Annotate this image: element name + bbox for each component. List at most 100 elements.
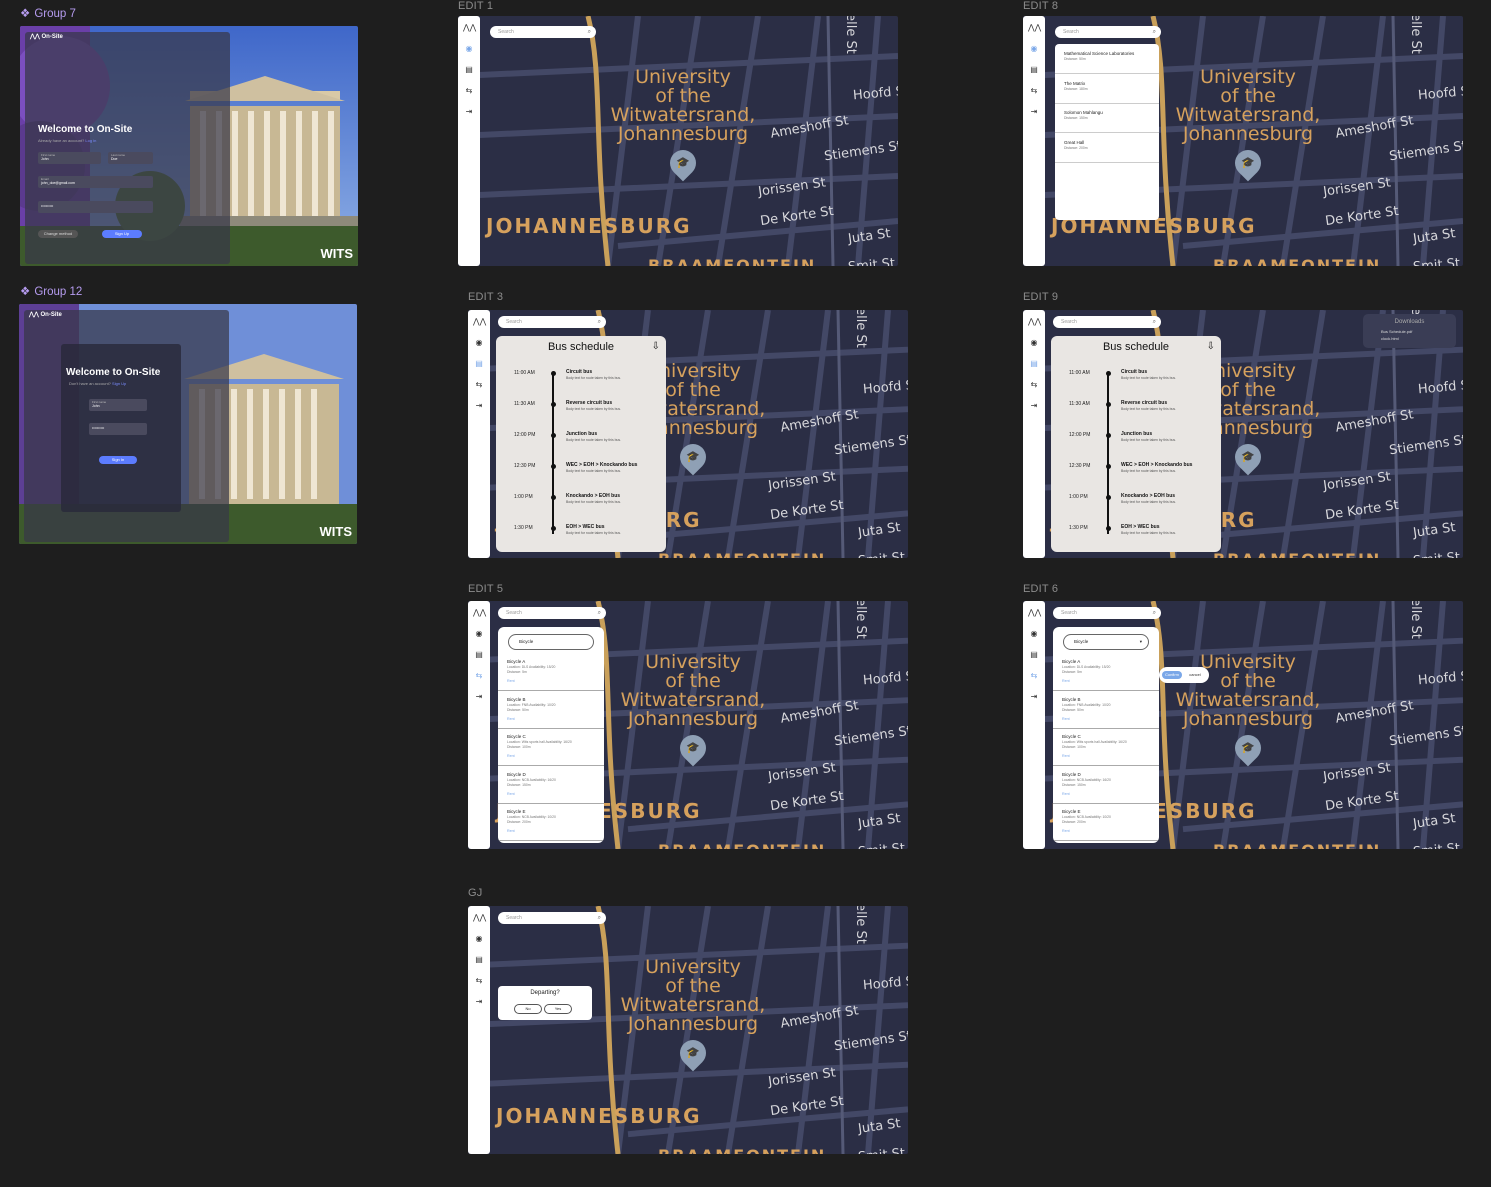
password-field[interactable]: •••••••••• <box>89 423 147 435</box>
rent-link[interactable]: Rent <box>1062 679 1070 683</box>
bus-icon[interactable]: ▤ <box>1028 649 1040 661</box>
logout-icon[interactable]: ⇥ <box>473 691 485 703</box>
schedule-row[interactable]: 1:00 PM Knockando > EOH bus Body text for … <box>1051 493 1221 514</box>
change-method-button[interactable]: Change method <box>38 230 78 238</box>
bicycle-row[interactable]: Bicycle C Location: Wits sports hall Avai… <box>1053 728 1159 766</box>
search-input[interactable]: Search ⌕ <box>498 316 606 328</box>
bus-icon[interactable]: ▤ <box>473 954 485 966</box>
password-field[interactable]: •••••••••• <box>38 201 153 213</box>
logout-icon[interactable]: ⇥ <box>463 106 475 118</box>
search-input[interactable]: Search ⌕ <box>1053 607 1161 619</box>
search-icon[interactable]: ⌕ <box>588 26 591 38</box>
login-link[interactable]: Log in <box>85 138 96 143</box>
schedule-row[interactable]: 1:00 PM Knockando > EOH bus Body text for … <box>496 493 666 514</box>
search-input[interactable]: Search ⌕ <box>1053 316 1161 328</box>
first-name-field[interactable]: First name John <box>89 399 147 411</box>
bus-icon[interactable]: ▤ <box>473 358 485 370</box>
location-icon[interactable]: ◉ <box>463 43 475 55</box>
schedule-row[interactable]: 11:00 AM Circuit bus Body text for route t… <box>1051 369 1221 390</box>
no-button[interactable]: No <box>514 1004 542 1014</box>
schedule-row[interactable]: 12:00 PM Junction bus Body text for route … <box>496 431 666 452</box>
signup-link[interactable]: Sign Up <box>112 381 126 386</box>
schedule-row[interactable]: 12:30 PM WEC > EOH > Knockando bus Body te… <box>1051 462 1221 483</box>
bicycle-icon[interactable]: ⇆ <box>1028 379 1040 391</box>
download-file-link[interactable]: clock.html <box>1381 336 1399 341</box>
bicycle-icon[interactable]: ⇆ <box>473 379 485 391</box>
bicycle-row[interactable]: Bicycle A Location: DLS Availability: 15/… <box>1053 653 1159 691</box>
bicycle-row[interactable]: Bicycle E Location: NCB Availability: 10/… <box>1053 803 1159 841</box>
bicycle-row[interactable]: Bicycle C Location: Wits sports hall Avai… <box>498 728 604 766</box>
search-input[interactable]: Search ⌕ <box>498 607 606 619</box>
schedule-row[interactable]: 1:30 PM EOH > WEC bus Body text for route … <box>1051 524 1221 545</box>
email-field[interactable]: Email john_doe@gmail.com <box>38 176 153 188</box>
search-input[interactable]: Search ⌕ <box>498 912 606 924</box>
bicycle-row[interactable]: Bicycle D Location: NCB Availability: 16/… <box>498 766 604 804</box>
search-icon[interactable]: ⌕ <box>598 607 601 619</box>
schedule-row[interactable]: 12:30 PM WEC > EOH > Knockando bus Body te… <box>496 462 666 483</box>
logout-icon[interactable]: ⇥ <box>1028 691 1040 703</box>
location-icon[interactable]: ◉ <box>473 628 485 640</box>
bicycle-row[interactable]: Bicycle E Location: NCB Availability: 10/… <box>498 803 604 841</box>
rent-link[interactable]: Rent <box>1062 717 1070 721</box>
rent-link[interactable]: Rent <box>1062 829 1070 833</box>
bicycle-icon[interactable]: ⇆ <box>1028 670 1040 682</box>
last-name-field[interactable]: Last name Doe <box>108 152 153 164</box>
rent-link[interactable]: Rent <box>1062 754 1070 758</box>
search-icon[interactable]: ⌕ <box>598 912 601 924</box>
sign-in-button[interactable]: Sign In <box>99 456 137 464</box>
bus-icon[interactable]: ▤ <box>1028 358 1040 370</box>
search-icon[interactable]: ⌕ <box>1153 316 1156 328</box>
cancel-button[interactable]: cancel <box>1185 671 1205 679</box>
bicycle-row[interactable]: Bicycle D Location: NCB Availability: 16/… <box>1053 766 1159 804</box>
bicycle-row[interactable]: Bicycle A Location: DLS Availability: 15/… <box>498 653 604 691</box>
search-result-row[interactable]: Mathematical Science Laboratories Distanc… <box>1055 44 1159 74</box>
bicycle-row[interactable]: Bicycle B Location: FNB Availability: 10/… <box>498 691 604 729</box>
bicycle-icon[interactable]: ⇆ <box>463 85 475 97</box>
confirm-button[interactable]: Confirm <box>1162 671 1182 679</box>
bicycle-icon[interactable]: ⇆ <box>473 975 485 987</box>
bicycle-filter-select[interactable]: Bicycle ▾ <box>1063 634 1149 650</box>
bicycle-row[interactable]: Bicycle B Location: FNB Availability: 10/… <box>1053 691 1159 729</box>
location-icon[interactable]: ◉ <box>1028 337 1040 349</box>
search-icon[interactable]: ⌕ <box>598 316 601 328</box>
location-icon[interactable]: ◉ <box>473 933 485 945</box>
location-icon[interactable]: ◉ <box>1028 43 1040 55</box>
logout-icon[interactable]: ⇥ <box>1028 106 1040 118</box>
location-icon[interactable]: ◉ <box>473 337 485 349</box>
logout-icon[interactable]: ⇥ <box>1028 400 1040 412</box>
bicycle-icon[interactable]: ⇆ <box>1028 85 1040 97</box>
yes-button[interactable]: Yes <box>544 1004 572 1014</box>
rent-link[interactable]: Rent <box>507 829 515 833</box>
first-name-field[interactable]: First name John <box>38 152 101 164</box>
rent-link[interactable]: Rent <box>507 792 515 796</box>
schedule-row[interactable]: 11:30 AM Reverse circuit bus Body text for… <box>496 400 666 421</box>
rent-link[interactable]: Rent <box>1062 792 1070 796</box>
rent-link[interactable]: Rent <box>507 717 515 721</box>
schedule-row[interactable]: 1:30 PM EOH > WEC bus Body text for route … <box>496 524 666 545</box>
chevron-down-icon[interactable]: ▾ <box>1140 635 1142 649</box>
sign-up-button[interactable]: Sign Up <box>102 230 142 238</box>
bus-icon[interactable]: ▤ <box>463 64 475 76</box>
download-cloud-icon[interactable]: ⇩ <box>652 341 660 352</box>
search-input[interactable]: Search ⌕ <box>490 26 596 38</box>
bus-icon[interactable]: ▤ <box>473 649 485 661</box>
rent-link[interactable]: Rent <box>507 679 515 683</box>
search-icon[interactable]: ⌕ <box>1153 607 1156 619</box>
bicycle-icon[interactable]: ⇆ <box>473 670 485 682</box>
schedule-row[interactable]: 11:00 AM Circuit bus Body text for route t… <box>496 369 666 390</box>
bus-icon[interactable]: ▤ <box>1028 64 1040 76</box>
search-result-row[interactable]: Great Hall Distance: 200m <box>1055 133 1159 163</box>
location-icon[interactable]: ◉ <box>1028 628 1040 640</box>
search-icon[interactable]: ⌕ <box>1153 26 1156 38</box>
logout-icon[interactable]: ⇥ <box>473 996 485 1008</box>
bicycle-filter-select[interactable]: Bicycle <box>508 634 594 650</box>
search-result-row[interactable]: Solomon Mahlangu Distance: 150m <box>1055 103 1159 133</box>
search-input[interactable]: Search ⌕ <box>1055 26 1161 38</box>
rent-link[interactable]: Rent <box>507 754 515 758</box>
download-file-link[interactable]: Bus Schedule.pdf <box>1381 329 1412 334</box>
download-cloud-icon[interactable]: ⇩ <box>1207 341 1215 352</box>
schedule-row[interactable]: 12:00 PM Junction bus Body text for route … <box>1051 431 1221 452</box>
logout-icon[interactable]: ⇥ <box>473 400 485 412</box>
schedule-row[interactable]: 11:30 AM Reverse circuit bus Body text for… <box>1051 400 1221 421</box>
search-result-row[interactable]: The Matrix Distance: 180m <box>1055 74 1159 104</box>
